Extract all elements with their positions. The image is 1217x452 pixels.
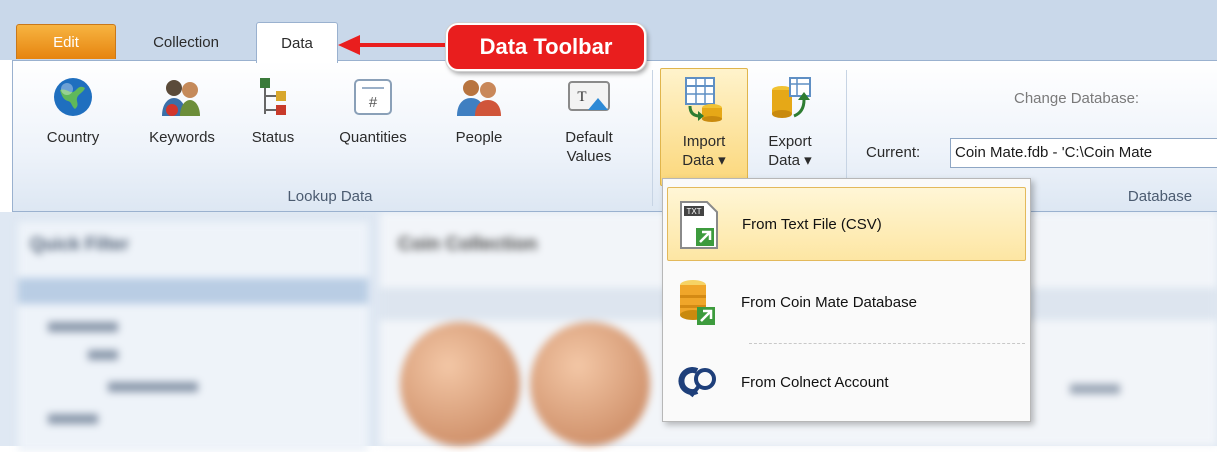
import-data-menu: TXT From Text File (CSV) From Coin Mate … <box>662 178 1031 422</box>
globe-icon <box>54 78 92 116</box>
status-tree-icon <box>260 78 286 115</box>
tab-data[interactable]: Data <box>256 22 338 63</box>
import-data-label: Import Data ▾ <box>682 133 726 169</box>
status-label: Status <box>251 129 295 146</box>
lookup-data-group-label: Lookup Data <box>287 188 373 205</box>
database-group-label: Database <box>1127 188 1193 205</box>
menu-item-from-colnect-account[interactable]: From Colnect Account <box>667 345 1026 419</box>
quantities-icon: # <box>354 79 392 115</box>
filter-row <box>48 322 118 332</box>
coin-image-back <box>530 322 650 446</box>
quantities-label: Quantities <box>339 129 407 146</box>
coin-collection-title: Coin Collection <box>398 234 538 255</box>
status-button[interactable]: Status <box>240 66 306 184</box>
import-data-button[interactable]: Import Data ▾ <box>660 66 748 184</box>
menu-item-from-text-file[interactable]: TXT From Text File (CSV) <box>667 187 1026 261</box>
change-database-label: Change Database: <box>1014 90 1140 107</box>
export-data-icon <box>772 77 811 118</box>
country-label: Country <box>46 129 100 146</box>
svg-text:#: # <box>369 94 378 111</box>
menu-separator <box>749 343 1025 344</box>
default-values-icon: T <box>568 81 610 111</box>
import-data-icon <box>685 77 722 122</box>
menu-item-from-coin-mate-database[interactable]: From Coin Mate Database <box>667 265 1026 339</box>
keywords-label: Keywords <box>149 129 215 146</box>
quantities-button[interactable]: # Quantities <box>326 66 420 184</box>
coin-image-front <box>400 322 520 446</box>
quick-filter-title: Quick Filter <box>30 234 130 254</box>
quick-filter-panel: Quick Filter <box>18 222 368 452</box>
country-cell <box>1070 384 1120 394</box>
current-database-field[interactable]: Coin Mate.fdb - 'C:\Coin Mate <box>950 138 1217 168</box>
database-import-icon <box>680 280 715 325</box>
menu-item-label: From Colnect Account <box>741 373 889 391</box>
current-database-label: Current: <box>866 144 921 161</box>
filter-row <box>88 350 118 360</box>
tab-collection[interactable]: Collection <box>127 24 245 60</box>
keywords-icon <box>162 80 200 116</box>
group-separator <box>652 70 653 206</box>
svg-text:TXT: TXT <box>686 207 701 216</box>
export-data-label: Export Data ▾ <box>768 133 812 169</box>
export-data-button[interactable]: Export Data ▾ <box>752 66 828 184</box>
country-button[interactable]: Country <box>38 66 108 184</box>
filter-header-bar <box>18 278 368 304</box>
filter-row <box>108 382 198 392</box>
data-toolbar-callout: Data Toolbar <box>446 23 646 71</box>
menu-item-label: From Text File (CSV) <box>742 215 882 233</box>
default-values-button[interactable]: T Default Values <box>544 66 634 184</box>
people-button[interactable]: People <box>440 66 518 184</box>
colnect-icon <box>678 367 716 398</box>
csv-text-file-icon: TXT <box>680 201 718 249</box>
callout-arrow <box>338 35 452 55</box>
menu-item-label: From Coin Mate Database <box>741 293 917 311</box>
tab-edit[interactable]: Edit <box>16 24 116 59</box>
filter-row <box>48 414 98 424</box>
background-area: Quick Filter Coin Collection <box>0 212 1217 452</box>
default-values-label: Default Values <box>565 129 613 165</box>
svg-text:T: T <box>577 89 586 105</box>
keywords-button[interactable]: Keywords <box>132 66 232 184</box>
people-label: People <box>455 129 503 146</box>
people-icon <box>457 80 501 116</box>
